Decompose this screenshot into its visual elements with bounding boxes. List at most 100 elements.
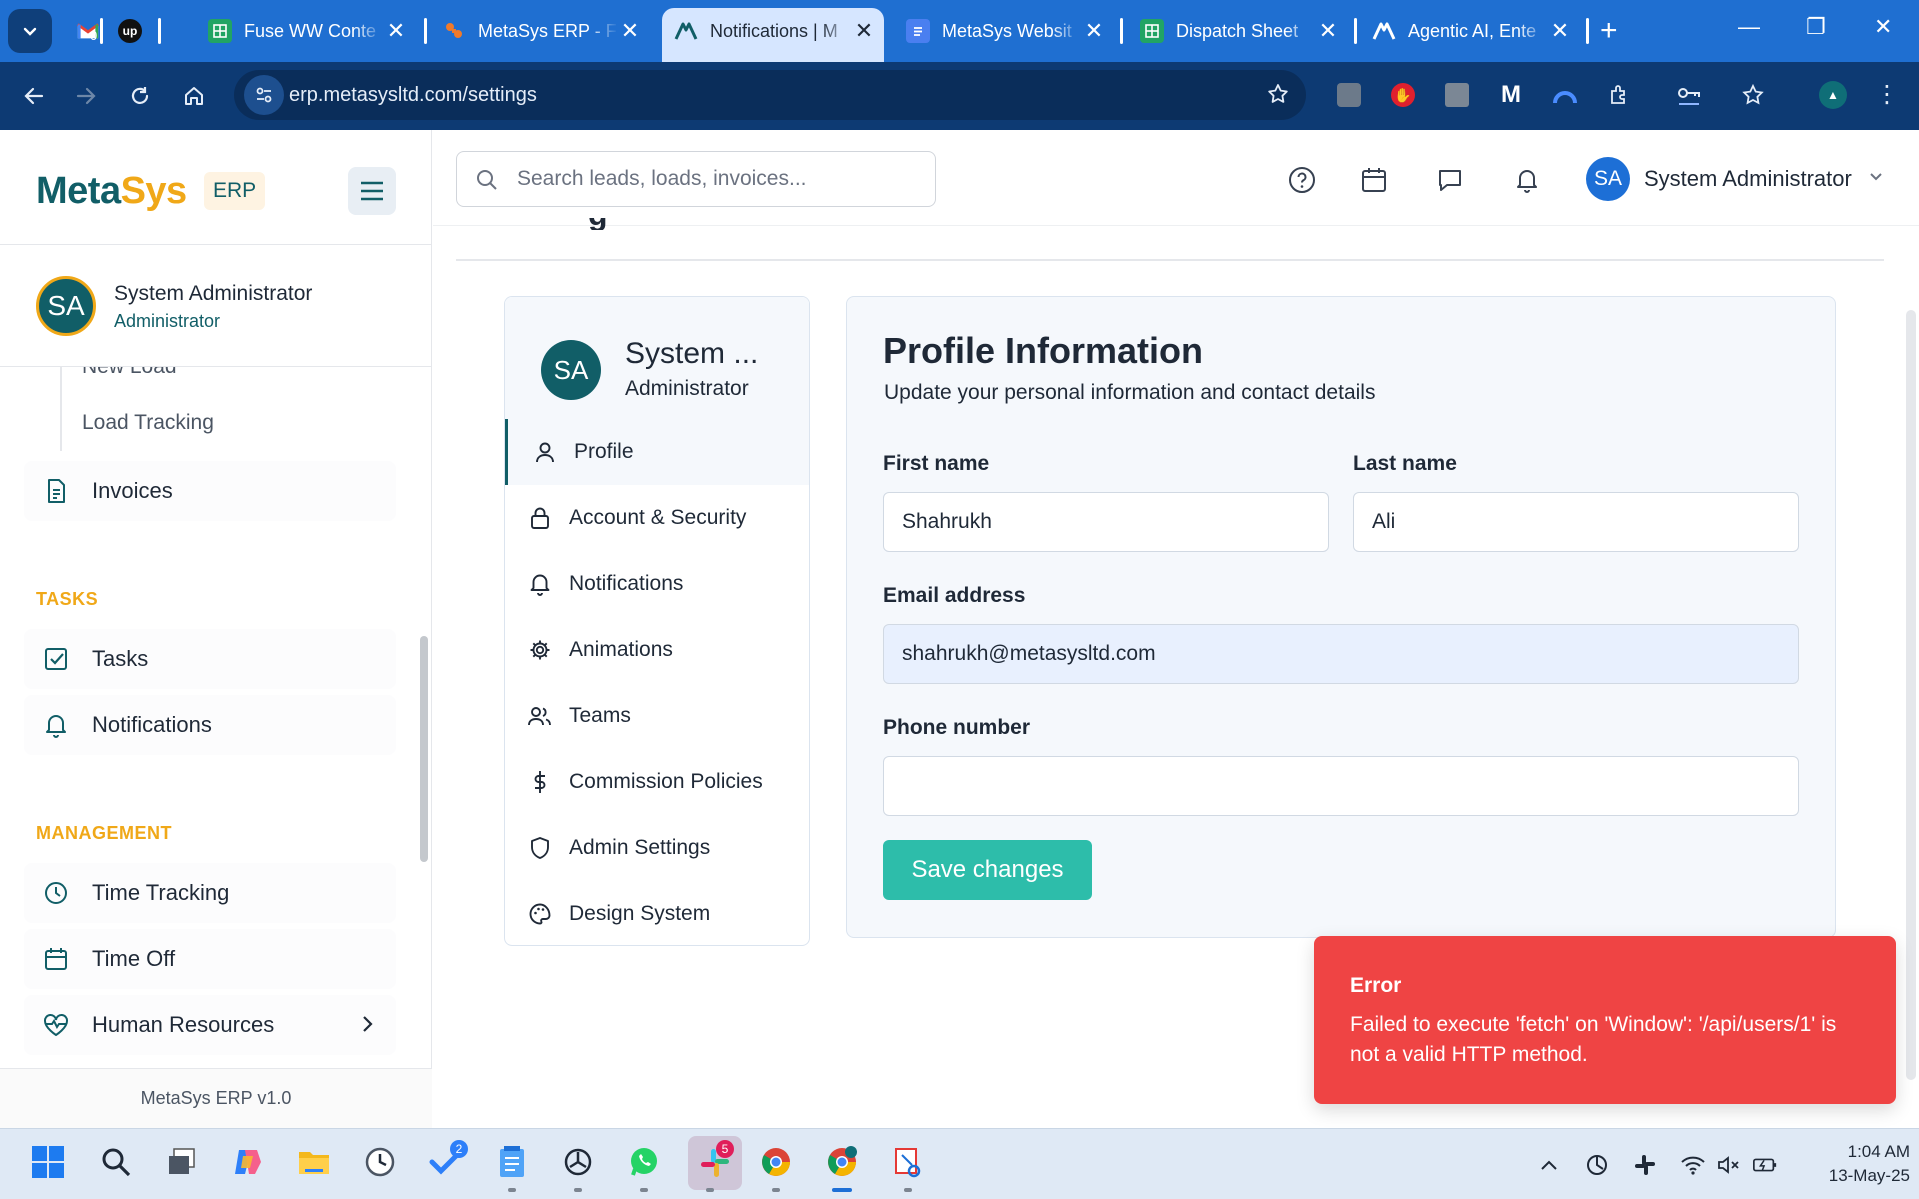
slack-tray-icon[interactable]	[1632, 1152, 1658, 1178]
file-explorer-icon[interactable]	[294, 1142, 334, 1182]
task-view-icon[interactable]	[162, 1142, 202, 1182]
settings-tab-design-system[interactable]: Design System	[505, 881, 809, 945]
sidebar-item-time-off[interactable]: Time Off	[24, 929, 396, 989]
sidebar-user-role: Administrator	[114, 311, 221, 331]
clock-icon	[42, 879, 70, 907]
search-input[interactable]	[517, 164, 917, 194]
header-user-name[interactable]: System Administrator	[1644, 166, 1852, 192]
taskbar-indicator	[640, 1188, 648, 1192]
settings-tab-admin-settings[interactable]: Admin Settings	[505, 815, 809, 881]
settings-tab-account-security[interactable]: Account & Security	[505, 485, 809, 551]
arc-extension-icon[interactable]	[1550, 80, 1580, 110]
close-icon[interactable]: ✕	[1548, 18, 1572, 44]
menu-toggle-button[interactable]	[348, 167, 396, 215]
bookmark-star-icon[interactable]	[1266, 82, 1290, 106]
search-icon[interactable]	[96, 1142, 136, 1182]
close-icon[interactable]: ✕	[384, 18, 408, 44]
sidebar-scrollbar[interactable]	[420, 636, 428, 862]
settings-tab-teams[interactable]: Teams	[505, 683, 809, 749]
sidebar-item-tasks[interactable]: Tasks	[24, 629, 396, 689]
main-scrollbar[interactable]	[1906, 310, 1916, 1080]
browser-tab-gmail[interactable]	[76, 8, 120, 54]
check-square-icon	[42, 645, 70, 673]
reload-icon[interactable]	[126, 82, 154, 110]
volume-muted-icon[interactable]	[1716, 1152, 1742, 1178]
sidebar-subitem-load-tracking[interactable]: Load Tracking	[60, 395, 390, 451]
tab-search-button[interactable]	[8, 9, 52, 53]
global-search[interactable]	[456, 151, 936, 207]
settings-tab-animations[interactable]: Animations	[505, 617, 809, 683]
sidebar-item-notifications[interactable]: Notifications	[24, 695, 396, 755]
save-changes-button[interactable]: Save changes	[883, 840, 1092, 900]
snipping-tool-icon[interactable]	[888, 1142, 928, 1182]
site-info-icon[interactable]	[244, 75, 284, 115]
close-icon[interactable]: ✕	[852, 18, 876, 44]
profile-avatar-icon[interactable]: ▲	[1818, 80, 1848, 110]
password-key-icon[interactable]	[1674, 80, 1704, 110]
sidebar-item-invoices[interactable]: Invoices	[24, 461, 396, 521]
home-icon[interactable]	[180, 82, 208, 110]
settings-tab-notifications[interactable]: Notifications	[505, 551, 809, 617]
system-clock[interactable]: 1:04 AM 13-May-25	[1800, 1140, 1910, 1188]
minimize-button[interactable]: —	[1738, 14, 1760, 40]
page-divider	[456, 259, 1884, 261]
last-name-input[interactable]	[1353, 492, 1799, 552]
chevron-up-icon[interactable]	[1536, 1152, 1562, 1178]
sidebar-user-name: System Administrator	[114, 282, 313, 305]
browser-tab-notifications[interactable]: Notifications | M ✕	[662, 8, 884, 62]
error-toast[interactable]: Error Failed to execute 'fetch' on 'Wind…	[1314, 936, 1896, 1104]
first-name-input[interactable]	[883, 492, 1329, 552]
browser-tab-fuse[interactable]: Fuse WW Conte ✕	[208, 8, 408, 54]
battery-icon[interactable]	[1752, 1152, 1778, 1178]
settings-tab-profile[interactable]: Profile	[505, 419, 809, 485]
sidebar-item-time-tracking[interactable]: Time Tracking	[24, 863, 396, 923]
close-icon[interactable]: ✕	[1316, 18, 1340, 44]
bell-icon[interactable]	[1511, 164, 1543, 196]
calendar-icon[interactable]	[1358, 164, 1390, 196]
browser-tab-dispatch-sheet[interactable]: Dispatch Sheet ✕	[1140, 8, 1340, 54]
chrome-icon[interactable]	[756, 1142, 796, 1182]
chatgpt-icon[interactable]	[558, 1142, 598, 1182]
close-window-button[interactable]: ✕	[1874, 14, 1892, 40]
email-input[interactable]	[883, 624, 1799, 684]
sidebar-subitem-new-load[interactable]: New Load	[60, 367, 390, 395]
sidebar-item-human-resources[interactable]: Human Resources	[24, 995, 396, 1055]
settings-tab-commission-policies[interactable]: Commission Policies	[505, 749, 809, 815]
clock-app-icon[interactable]	[360, 1142, 400, 1182]
stop-extension-icon[interactable]: ✋	[1388, 80, 1418, 110]
whatsapp-icon[interactable]	[624, 1142, 664, 1182]
app-logo[interactable]: MetaSys	[36, 170, 187, 213]
phone-input[interactable]	[883, 756, 1799, 816]
copilot-icon[interactable]	[228, 1142, 268, 1182]
frame-extension-icon[interactable]	[1442, 80, 1472, 110]
header-avatar[interactable]: SA	[1586, 157, 1630, 201]
tab-separator	[1586, 18, 1589, 44]
close-icon[interactable]: ✕	[618, 18, 642, 44]
favorites-icon[interactable]	[1738, 80, 1768, 110]
close-icon[interactable]: ✕	[1082, 18, 1106, 44]
slack-icon[interactable]	[688, 1136, 742, 1190]
forward-icon[interactable]	[72, 82, 100, 110]
back-icon[interactable]	[20, 82, 48, 110]
chevron-down-icon[interactable]	[1868, 170, 1884, 184]
gmail-count: 0	[90, 28, 98, 43]
address-bar[interactable]: erp.metasysltd.com/settings	[234, 70, 1306, 120]
notepad-icon[interactable]	[492, 1142, 532, 1182]
message-icon[interactable]	[1434, 164, 1466, 196]
browser-tab-upwork[interactable]: up	[118, 8, 158, 54]
malwarebytes-extension-icon[interactable]: M	[1496, 80, 1526, 110]
wifi-icon[interactable]	[1680, 1152, 1706, 1178]
hubspot-extension-icon[interactable]	[1334, 80, 1364, 110]
tab-separator	[424, 18, 427, 44]
restore-button[interactable]: ❐	[1806, 14, 1826, 40]
chrome-profile-icon[interactable]	[822, 1142, 862, 1182]
browser-tab-metasys-website[interactable]: MetaSys Websit ✕	[906, 8, 1106, 54]
browser-tab-agentic-ai[interactable]: Agentic AI, Ente ✕	[1372, 8, 1572, 54]
browser-menu-icon[interactable]: ⋮	[1872, 80, 1902, 110]
chatgpt-tray-icon[interactable]	[1584, 1152, 1610, 1178]
help-icon[interactable]	[1286, 164, 1318, 196]
windows-start-icon[interactable]	[28, 1142, 68, 1182]
browser-tab-metasys-erp[interactable]: MetaSys ERP - F ✕	[442, 8, 642, 54]
extensions-puzzle-icon[interactable]	[1604, 80, 1634, 110]
new-tab-button[interactable]: +	[1600, 14, 1618, 48]
